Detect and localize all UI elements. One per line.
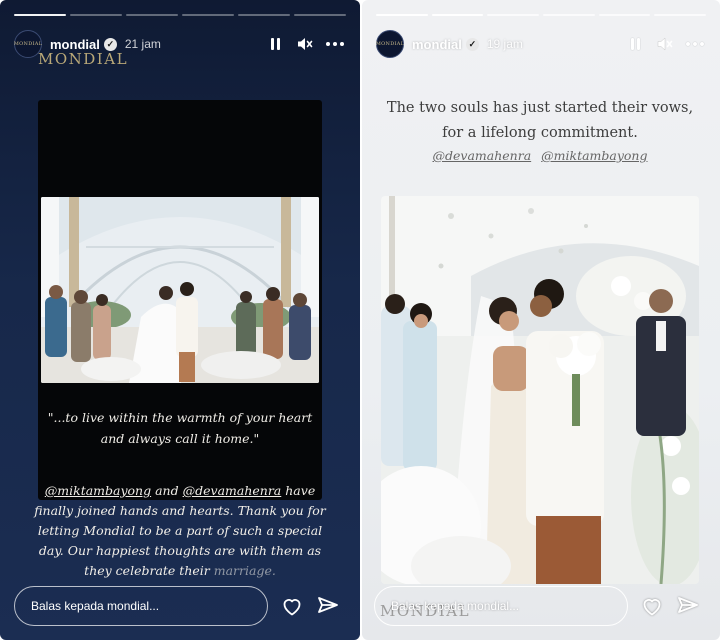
story-progress-bar (376, 14, 707, 16)
story-caption: @miktambayong and @devamahenra have fina… (30, 481, 330, 581)
progress-segment (70, 14, 122, 16)
mention-link[interactable]: @devamahenra (183, 483, 282, 498)
story-mentions: @devamahenra @miktambayong (380, 148, 700, 163)
story-header: MONDIAL mondial ✓ 19 jam (376, 30, 706, 58)
story-progress-bar (14, 14, 346, 16)
muted-speaker-icon (298, 38, 313, 50)
progress-segment (238, 14, 290, 16)
timestamp: 19 jam (486, 37, 523, 51)
progress-segment (598, 14, 651, 16)
caption-text-faded: marriage. (213, 563, 276, 578)
reply-input[interactable]: Balas kepada mondial... (14, 586, 268, 626)
progress-segment (654, 14, 707, 16)
brand-watermark: MONDIAL (38, 50, 129, 68)
username[interactable]: mondial (412, 37, 462, 52)
timestamp: 21 jam (124, 37, 161, 51)
mute-button[interactable] (294, 33, 316, 55)
mention-link[interactable]: @miktambayong (45, 483, 151, 498)
pause-icon (630, 38, 640, 50)
story-headline: The two souls has just started their vow… (386, 100, 694, 141)
progress-segment (543, 14, 595, 16)
more-options-button[interactable] (684, 33, 706, 55)
more-icon (326, 42, 344, 46)
progress-segment (126, 14, 178, 16)
verified-badge-icon: ✓ (465, 37, 479, 51)
pause-icon (270, 38, 280, 50)
progress-segment (14, 14, 66, 16)
verified-badge-icon: ✓ (103, 37, 117, 51)
more-icon (686, 42, 704, 46)
pause-button[interactable] (264, 33, 286, 55)
progress-segment (487, 14, 540, 16)
heart-icon[interactable] (280, 594, 304, 618)
story-quote: "...to live within the warmth of your he… (47, 410, 313, 446)
progress-segment (182, 14, 234, 16)
progress-segment (431, 14, 484, 16)
send-icon[interactable] (676, 594, 700, 618)
progress-segment (294, 14, 346, 16)
muted-speaker-icon (657, 37, 673, 51)
mention-link[interactable]: @devamahenra (433, 148, 532, 163)
caption-text: and (155, 483, 179, 498)
avatar[interactable]: MONDIAL (376, 30, 404, 58)
wedding-kiss-photo (381, 196, 699, 584)
mention-link[interactable]: @miktambayong (541, 148, 647, 163)
mute-button[interactable] (654, 33, 676, 55)
pause-button[interactable] (624, 33, 646, 55)
heart-icon[interactable] (640, 594, 664, 618)
story-left[interactable]: MONDIAL mondial ✓ 21 jam MONDIAL "...to … (0, 0, 360, 640)
wedding-ceremony-photo (41, 197, 319, 383)
send-icon[interactable] (316, 594, 340, 618)
progress-segment (376, 14, 428, 16)
more-options-button[interactable] (324, 33, 346, 55)
reply-input[interactable]: Balas kepada mondial... (374, 586, 628, 626)
